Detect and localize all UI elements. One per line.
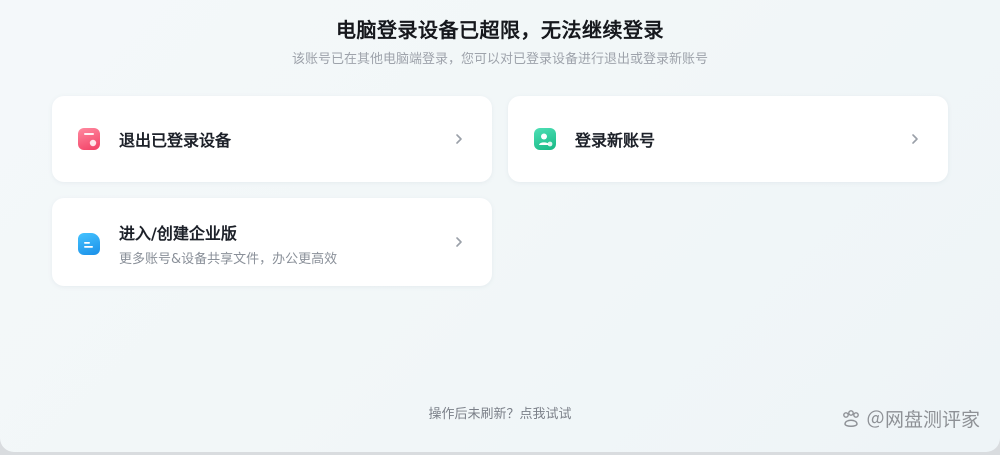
paw-icon — [843, 409, 859, 427]
chevron-right-icon — [912, 134, 918, 144]
chevron-right-icon — [456, 237, 462, 247]
enterprise-option[interactable]: 进入/创建企业版 更多账号&设备共享文件，办公更高效 — [52, 198, 492, 286]
enterprise-description: 更多账号&设备共享文件，办公更高效 — [119, 252, 338, 267]
enterprise-label: 进入/创建企业版 — [119, 224, 237, 243]
new-account-label: 登录新账号 — [575, 131, 656, 150]
login-limit-dialog: 电脑登录设备已超限，无法继续登录 该账号已在其他电脑端登录，您可以对已登录设备进… — [0, 0, 1000, 452]
watermark-text: ＠网盘测评家 — [865, 409, 980, 431]
exit-devices-option[interactable]: 退出已登录设备 — [52, 96, 492, 182]
dialog-title: 电脑登录设备已超限，无法继续登录 — [336, 18, 664, 42]
new-account-option[interactable]: 登录新账号 — [508, 96, 948, 182]
dialog-subtitle: 该账号已在其他电脑端登录，您可以对已登录设备进行退出或登录新账号 — [291, 52, 708, 67]
watermark: ＠网盘测评家 — [840, 405, 980, 432]
user-add-icon — [534, 128, 556, 150]
chevron-right-icon — [456, 134, 462, 144]
enterprise-folder-icon — [78, 233, 100, 255]
device-exit-icon — [78, 128, 100, 150]
exit-devices-label: 退出已登录设备 — [119, 131, 232, 150]
